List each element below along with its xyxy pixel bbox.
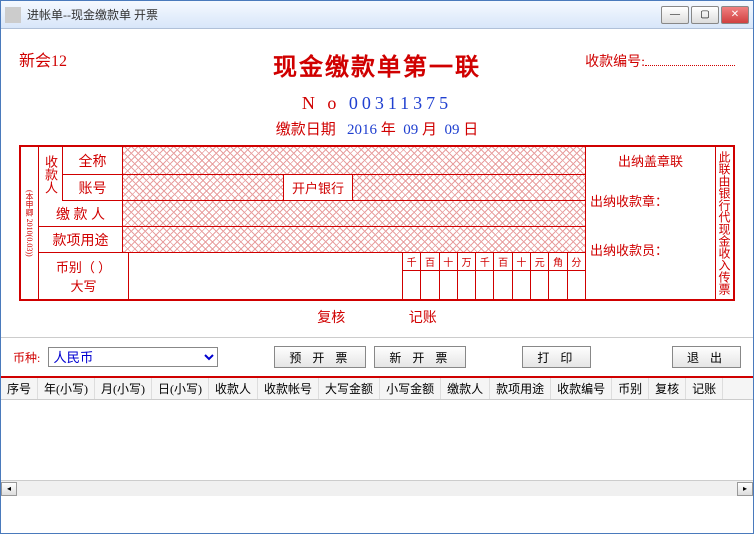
date-row: 缴款日期 2016 年 09 月 09 日 <box>19 118 735 139</box>
currency-type-label: 币种: <box>13 349 40 366</box>
digit-cell[interactable] <box>403 271 420 299</box>
stamp-receive: 出纳收款章： <box>590 191 711 210</box>
serial-label: N o <box>302 93 341 113</box>
digit-grid: 千 百 十 万 千 百 十 元 角 分 <box>403 253 585 299</box>
th-seq[interactable]: 序号 <box>1 378 38 399</box>
preview-button[interactable]: 预 开 票 <box>274 346 366 368</box>
window-title: 进帐单--现金缴款单 开票 <box>27 6 661 23</box>
company-name: 新会12 <box>19 47 67 71</box>
right-margin-note: 此联由银行代现金收入传票 <box>715 147 733 299</box>
currency-select[interactable]: 人民币 <box>48 347 218 367</box>
print-button[interactable]: 打 印 <box>522 346 591 368</box>
serial-number: 00311375 <box>349 93 452 113</box>
th-year[interactable]: 年(小写) <box>38 378 95 399</box>
digit-cell[interactable] <box>568 271 585 299</box>
currency-section: 币别（ ） 大写 <box>39 253 129 299</box>
titlebar: 进帐单--现金缴款单 开票 — ▢ ✕ <box>1 1 753 29</box>
payee-label: 收款人 <box>39 147 63 201</box>
left-margin-note: (本甲卿 2010(0.03)) <box>21 147 39 299</box>
digit-cell[interactable] <box>458 271 475 299</box>
year-value: 2016 <box>347 122 377 138</box>
app-window: 进帐单--现金缴款单 开票 — ▢ ✕ 新会12 现金缴款单第一联 收款编号: … <box>0 0 754 534</box>
new-button[interactable]: 新 开 票 <box>374 346 466 368</box>
toolbar: 币种: 人民币 预 开 票 新 开 票 打 印 退 出 <box>1 337 753 376</box>
table-body <box>1 400 753 480</box>
date-label: 缴款日期 <box>276 122 336 138</box>
th-account[interactable]: 收款帐号 <box>258 378 319 399</box>
content-area: 新会12 现金缴款单第一联 收款编号: N o 00311375 缴款日期 20… <box>1 29 753 533</box>
bank-field[interactable] <box>353 175 585 200</box>
th-month[interactable]: 月(小写) <box>95 378 152 399</box>
th-payer[interactable]: 缴款人 <box>441 378 490 399</box>
footer-sign-line: 复核 记账 <box>19 307 735 327</box>
th-payee[interactable]: 收款人 <box>209 378 258 399</box>
th-bookkeep[interactable]: 记账 <box>686 378 723 399</box>
serial-row: N o 00311375 <box>19 93 735 114</box>
receipt-number-blank <box>645 65 735 66</box>
account-label: 账号 <box>63 175 123 200</box>
th-review[interactable]: 复核 <box>649 378 686 399</box>
horizontal-scrollbar[interactable]: ◂ ▸ <box>1 480 753 496</box>
th-usage[interactable]: 款项用途 <box>490 378 551 399</box>
usage-label: 款项用途 <box>39 227 123 252</box>
big-write-field[interactable] <box>129 253 403 299</box>
close-button[interactable]: ✕ <box>721 6 749 24</box>
digit-cell[interactable] <box>421 271 438 299</box>
main-grid: (本甲卿 2010(0.03)) 收款人 全称 账号 开户银行 <box>19 145 735 301</box>
app-icon <box>5 7 21 23</box>
account-field[interactable] <box>123 175 283 200</box>
exit-button[interactable]: 退 出 <box>672 346 741 368</box>
full-name-field[interactable] <box>123 147 585 174</box>
stamp-person: 出纳收款员： <box>590 240 711 259</box>
form-title: 现金缴款单第一联 <box>273 47 481 82</box>
scroll-left-icon[interactable]: ◂ <box>1 482 17 496</box>
stamp-column: 出纳盖章联 出纳收款章： 出纳收款员： <box>585 147 715 299</box>
maximize-button[interactable]: ▢ <box>691 6 719 24</box>
bank-label: 开户银行 <box>283 175 353 200</box>
th-currency[interactable]: 币别 <box>612 378 649 399</box>
digit-cell[interactable] <box>440 271 457 299</box>
digit-cell[interactable] <box>513 271 530 299</box>
th-small-amount[interactable]: 小写金额 <box>380 378 441 399</box>
stamp-title: 出纳盖章联 <box>590 151 711 171</box>
bookkeep-label: 记账 <box>409 311 437 326</box>
th-day[interactable]: 日(小写) <box>152 378 209 399</box>
receipt-number-label: 收款编号: <box>585 51 735 71</box>
review-label: 复核 <box>317 311 345 326</box>
payer-label: 缴 款 人 <box>39 201 123 226</box>
receipt-form: 新会12 现金缴款单第一联 收款编号: N o 00311375 缴款日期 20… <box>1 29 753 337</box>
table-header: 序号 年(小写) 月(小写) 日(小写) 收款人 收款帐号 大写金额 小写金额 … <box>1 376 753 400</box>
digit-cell[interactable] <box>494 271 511 299</box>
usage-field[interactable] <box>123 227 585 252</box>
full-name-label: 全称 <box>63 147 123 174</box>
payer-field[interactable] <box>123 201 585 226</box>
th-receipt-no[interactable]: 收款编号 <box>551 378 612 399</box>
month-value: 09 <box>403 122 418 138</box>
day-value: 09 <box>445 122 460 138</box>
digit-cell[interactable] <box>549 271 566 299</box>
digit-cell[interactable] <box>531 271 548 299</box>
scroll-right-icon[interactable]: ▸ <box>737 482 753 496</box>
digit-cell[interactable] <box>476 271 493 299</box>
minimize-button[interactable]: — <box>661 6 689 24</box>
th-big-amount[interactable]: 大写金额 <box>319 378 380 399</box>
